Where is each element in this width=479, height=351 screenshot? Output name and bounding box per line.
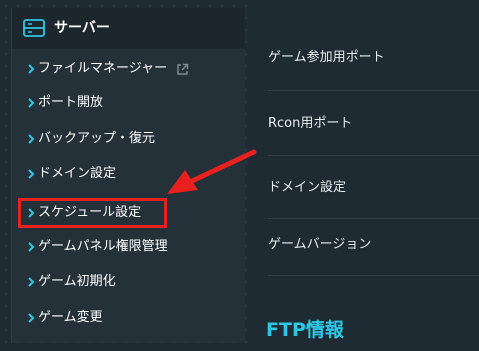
divider	[268, 90, 479, 91]
divider	[268, 155, 479, 156]
row-label-game-version: ゲームバージョン	[268, 237, 372, 252]
row-label-rcon-port: Rcon用ポート	[268, 116, 353, 131]
sidebar-item-backup-restore[interactable]: バックアップ・復元	[12, 124, 245, 154]
external-link-icon	[177, 63, 189, 75]
sidebar-item-label: ドメイン設定	[38, 166, 117, 181]
sidebar-item-label: ゲームパネル権限管理	[38, 239, 168, 254]
chevron-right-icon	[28, 277, 35, 287]
main-content: ゲーム参加用ポート Rcon用ポート ドメイン設定 ゲームバージョン FTP情報	[251, 0, 479, 351]
sidebar-header: サーバー	[12, 8, 245, 49]
chevron-right-icon	[28, 169, 35, 179]
sidebar-item-label: ゲーム初期化	[38, 274, 116, 289]
chevron-right-icon	[28, 98, 35, 108]
divider	[268, 275, 479, 276]
chevron-right-icon	[28, 313, 35, 323]
sidebar-item-label: ファイルマネージャー	[38, 61, 168, 76]
sidebar-title: サーバー	[54, 20, 110, 36]
chevron-right-icon	[28, 242, 35, 252]
sidebar-item-port-open[interactable]: ポート開放	[12, 88, 245, 118]
divider	[268, 218, 479, 219]
sidebar-item-game-change[interactable]: ゲーム変更	[12, 303, 245, 333]
chevron-right-icon	[28, 134, 35, 144]
sidebar-item-label: ゲーム変更	[38, 310, 103, 325]
server-icon	[23, 19, 45, 37]
sidebar-item-game-reset[interactable]: ゲーム初期化	[12, 267, 245, 297]
section-title-ftp: FTP情報	[266, 319, 344, 341]
sidebar-item-game-panel-permissions[interactable]: ゲームパネル権限管理	[12, 232, 245, 262]
sidebar-item-label: バックアップ・復元	[38, 131, 156, 146]
chevron-right-icon	[28, 64, 35, 74]
highlight-box	[18, 198, 167, 228]
sidebar: サーバー ファイルマネージャー ポート開放 バックアップ・復元 ドメイン設定 ス…	[11, 8, 245, 343]
row-label-domain-settings: ドメイン設定	[268, 180, 347, 195]
sidebar-item-domain-settings[interactable]: ドメイン設定	[12, 159, 245, 189]
row-label-game-port: ゲーム参加用ポート	[268, 50, 385, 65]
sidebar-item-file-manager[interactable]: ファイルマネージャー	[12, 54, 245, 84]
sidebar-item-label: ポート開放	[38, 95, 104, 110]
